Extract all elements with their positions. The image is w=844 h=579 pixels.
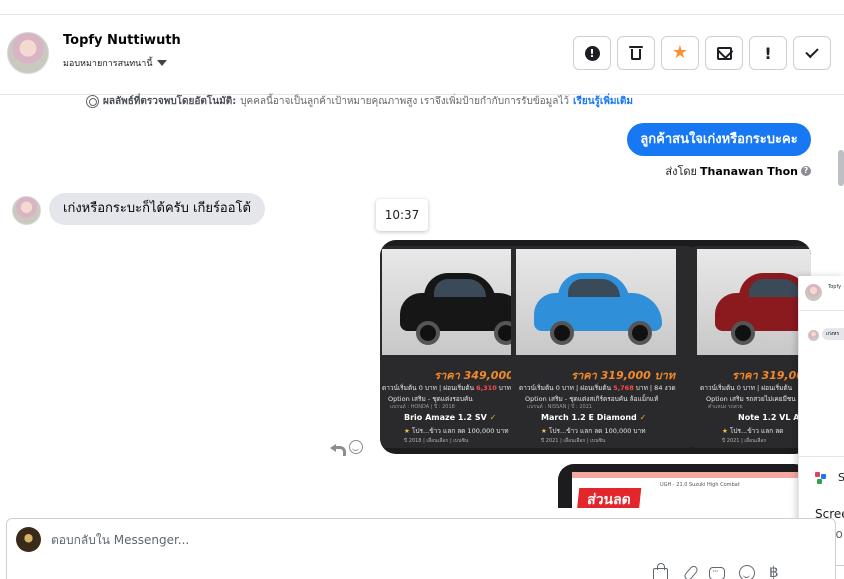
done-check-icon <box>805 44 819 59</box>
car-brand-line: ตำแหน่ง รถสวย <box>708 404 743 410</box>
car-photo <box>516 249 676 355</box>
notice-title: ผลลัพธ์ที่ตรวจพบโดยอัตโนมัติ: <box>103 96 237 107</box>
car-listing-image[interactable]: ราคา 349,000 บาท ดาวน์เริ่มต้น 0 บาท | ผ… <box>380 240 811 454</box>
reply-input[interactable] <box>51 529 571 551</box>
help-icon[interactable]: ? <box>801 166 811 176</box>
message-actions <box>330 440 363 456</box>
car-offer: ★ โปร...ข้าว แลก ลด <box>722 427 784 435</box>
car-card: ราคา 319,000 บาท ดาวน์เริ่มต้น 0 บาท | ผ… <box>511 246 693 448</box>
car-photo <box>697 249 811 355</box>
learn-more-link[interactable]: เรียนรู้เพิ่มเติม <box>573 94 633 109</box>
target-icon <box>86 95 99 108</box>
car-window-shape <box>568 279 620 297</box>
reply-icon[interactable] <box>330 442 346 456</box>
promo-stripe <box>572 472 798 478</box>
notice-text: บุคคลนี้อาจเป็นลูกค้าเป้าหมายคุณภาพสูง เ… <box>240 96 570 107</box>
preview-avatar <box>805 284 822 301</box>
contact-name[interactable]: Topfy Nuttiwuth <box>63 33 181 48</box>
car-footer: ปี 2021 | เลื่อนเลือก | เบนซิน <box>541 438 606 444</box>
assign-conversation-dropdown[interactable]: มอบหมายการสนทนานี้ <box>63 56 167 70</box>
contact-avatar[interactable] <box>7 32 49 74</box>
app-logo-icon <box>815 472 827 484</box>
composer-toolbar: ฿ <box>653 562 779 579</box>
spam-report-button[interactable]: ! <box>573 36 611 70</box>
preview-name: Topfy <box>828 284 842 290</box>
preview-divider <box>799 310 844 311</box>
sender-avatar[interactable] <box>12 196 41 225</box>
car-window-shape <box>434 279 486 297</box>
reply-composer: ฿ <box>6 518 836 579</box>
wheel-shape <box>550 321 574 345</box>
car-footer: ปี 2021 | เลื่อนเลือก <box>722 438 767 444</box>
page-avatar <box>16 527 41 552</box>
preview-message: เก่งหร <box>822 328 844 340</box>
follow-up-icon: ! <box>764 43 772 63</box>
wheel-shape <box>628 321 652 345</box>
star-icon: ★ <box>671 42 689 63</box>
preview-letter: S <box>838 471 844 484</box>
spam-report-icon: ! <box>584 45 600 61</box>
car-brand-line: แบรนด์ : HONDA | ปี : 2018 <box>390 404 455 410</box>
paperclip-icon[interactable] <box>682 563 700 579</box>
promo-panel: ส่วนลด UGH - 21.0 Suzuki High Combat <box>572 472 798 508</box>
trash-icon <box>629 46 643 60</box>
conversation-header: Topfy Nuttiwuth มอบหมายการสนทนานี้ ! ★ ! <box>0 15 844 95</box>
mark-done-button[interactable] <box>793 36 831 70</box>
car-offer: ★ โปร...ข้าว แลก ลด 100,000 บาท <box>404 427 509 435</box>
mark-unread-button[interactable] <box>705 36 743 70</box>
car-finance-line: ดาวน์เริ่มต้น 0 บาท | ผ่อนเริ่มต้น <box>700 384 793 392</box>
car-offer: ★ โปร...ข้าว แลก ลด 100,000 บาท <box>541 427 646 435</box>
star-button[interactable]: ★ <box>661 36 699 70</box>
mark-unread-icon <box>716 46 732 60</box>
header-toolbar: ! ★ ! <box>573 36 831 70</box>
auto-detected-notice: ผลลัพธ์ที่ตรวจพบโดยอัตโนมัติ: บุคคลนี้อา… <box>86 94 633 109</box>
preview-divider <box>799 456 844 457</box>
car-brand-line: แบรนด์ : NISSAN | ปี : 2021 <box>527 404 593 410</box>
car-window-shape <box>749 279 801 297</box>
chat-scrollbar-thumb[interactable] <box>838 150 844 186</box>
assign-label: มอบหมายการสนทนานี้ <box>63 59 153 69</box>
messenger-inbox-view: Topfy Nuttiwuth มอบหมายการสนทนานี้ ! ★ !… <box>0 0 844 579</box>
car-model: Note 1.2 VL A <box>738 413 800 422</box>
baht-icon[interactable]: ฿ <box>769 563 779 579</box>
car-body-shape <box>715 293 811 331</box>
car-model: March 1.2 E Diamond ✓ <box>541 413 647 422</box>
sent-by-prefix: ส่งโดย <box>665 165 698 178</box>
car-model: Brio Amaze 1.2 SV ✓ <box>404 413 497 422</box>
wheel-shape <box>416 321 440 345</box>
delete-button[interactable] <box>617 36 655 70</box>
sent-by-name: Thanawan Thon <box>700 164 798 178</box>
wheel-shape <box>731 321 755 345</box>
car-footer: ปี 2018 | เลื่อนเลือก | เบนซิน <box>404 438 469 444</box>
outgoing-message[interactable]: ลูกค้าสนใจเก่งหรือกระบะคะ <box>627 123 811 156</box>
promo-image[interactable]: ส่วนลด UGH - 21.0 Suzuki High Combat <box>558 464 810 508</box>
saved-reply-icon[interactable] <box>709 567 725 579</box>
car-card: ราคา 319,000 ดาวน์เริ่มต้น 0 บาท | ผ่อนเ… <box>692 246 811 448</box>
incoming-message[interactable]: เก่งหรือกระบะก็ได้ครับ เกียร์ออโต้ <box>49 193 265 225</box>
sent-by-label: ส่งโดย Thanawan Thon ? <box>665 162 811 180</box>
caret-down-icon <box>156 60 167 66</box>
car-price: ราคา 319,000 บาท <box>571 369 675 382</box>
bag-icon[interactable] <box>653 562 668 579</box>
promo-info: UGH - 21.0 Suzuki High Combat <box>660 482 740 488</box>
react-emoji-icon[interactable] <box>349 440 363 454</box>
timestamp-tooltip: 10:37 <box>376 199 428 231</box>
follow-up-button[interactable]: ! <box>749 36 787 70</box>
discount-tag: ส่วนลด <box>576 488 642 508</box>
car-finance-line: ดาวน์เริ่มต้น 0 บาท | ผ่อนเริ่มต้น 5,768… <box>519 384 676 392</box>
preview-sender-avatar <box>808 330 819 341</box>
emoji-icon[interactable] <box>739 564 755 579</box>
